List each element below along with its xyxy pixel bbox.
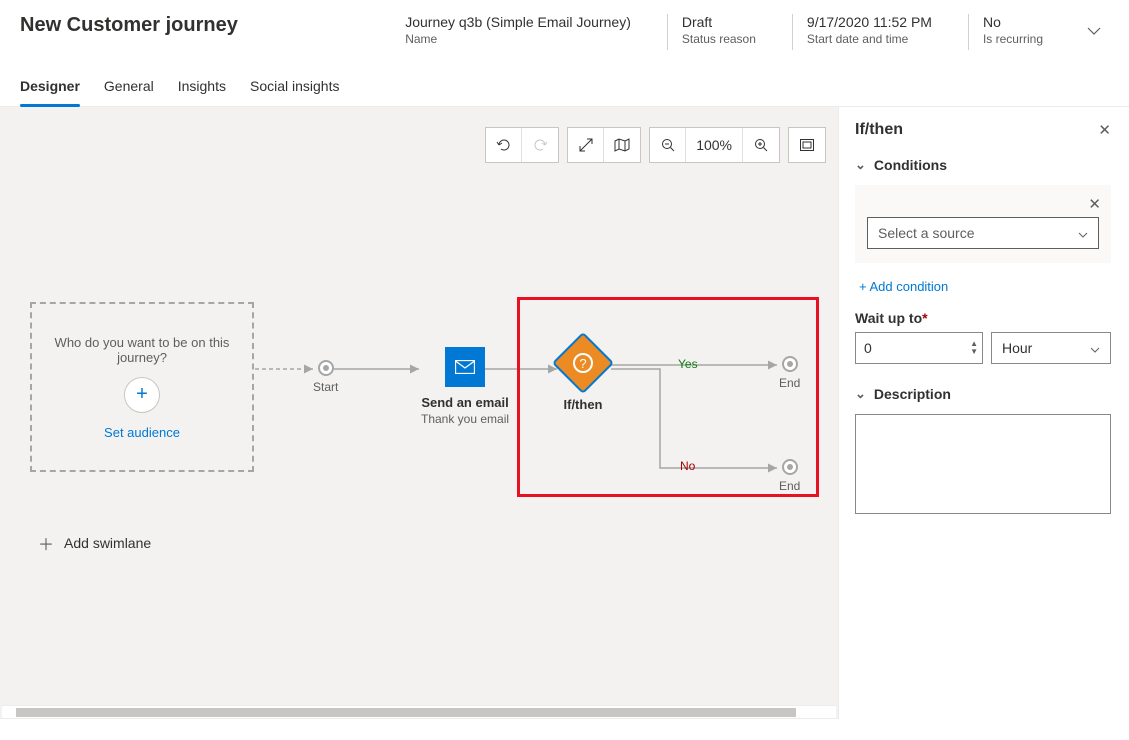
meta-name: Journey q3b (Simple Email Journey) Name — [405, 14, 639, 50]
source-select-placeholder: Select a source — [878, 225, 975, 241]
branch-yes-label: Yes — [678, 357, 698, 371]
end-label-no: End — [779, 479, 800, 493]
wait-label: Wait up to* — [855, 310, 1111, 326]
zoom-in-button[interactable] — [743, 128, 779, 162]
end-node-yes[interactable]: End — [779, 356, 800, 390]
tab-social-insights[interactable]: Social insights — [250, 68, 340, 106]
description-heading: Description — [874, 386, 951, 402]
meta-status-label: Status reason — [682, 32, 756, 46]
start-node[interactable]: Start — [313, 360, 338, 394]
decrement-button[interactable]: ▼ — [970, 348, 978, 356]
ifthen-label: If/then — [564, 397, 603, 412]
email-node-title: Send an email — [421, 395, 508, 410]
plus-icon: ＋ — [38, 531, 54, 555]
start-circle-icon — [318, 360, 334, 376]
chevron-down-icon — [1078, 225, 1088, 241]
branch-no-label: No — [680, 459, 695, 473]
panel-title: If/then — [855, 121, 903, 139]
email-node-subtitle: Thank you email — [421, 412, 509, 426]
tab-designer[interactable]: Designer — [20, 68, 80, 106]
meta-status-value: Draft — [682, 14, 756, 30]
fullscreen-button[interactable] — [789, 128, 825, 162]
email-icon — [445, 347, 485, 387]
end-circle-icon — [782, 459, 798, 475]
meta-recurring-value: No — [983, 14, 1043, 30]
meta-start-label: Start date and time — [807, 32, 932, 46]
zoom-level[interactable]: 100% — [686, 128, 743, 162]
wait-unit-value: Hour — [1002, 340, 1032, 356]
add-swimlane-button[interactable]: ＋ Add swimlane — [38, 531, 151, 555]
end-node-no[interactable]: End — [779, 459, 800, 493]
condition-icon: ? — [552, 332, 614, 394]
wait-unit-select[interactable]: Hour — [991, 332, 1111, 364]
close-panel-button[interactable]: ✕ — [1098, 121, 1111, 139]
set-audience-link[interactable]: Set audience — [104, 425, 180, 440]
meta-name-label: Name — [405, 32, 631, 46]
expand-header-button[interactable] — [1079, 14, 1109, 46]
add-swimlane-label: Add swimlane — [64, 535, 151, 551]
add-audience-button[interactable]: + — [124, 377, 160, 413]
end-label-yes: End — [779, 376, 800, 390]
source-select[interactable]: Select a source — [867, 217, 1099, 249]
chevron-down-icon: ⌄ — [855, 157, 866, 173]
minimap-button[interactable] — [604, 128, 640, 162]
email-node[interactable]: Send an email Thank you email — [421, 347, 509, 426]
start-label: Start — [313, 380, 338, 394]
horizontal-scrollbar[interactable] — [2, 705, 836, 718]
description-textarea[interactable] — [855, 414, 1111, 514]
redo-button[interactable] — [522, 128, 558, 162]
audience-placeholder[interactable]: Who do you want to be on this journey? +… — [30, 302, 254, 472]
tab-insights[interactable]: Insights — [178, 68, 226, 106]
conditions-section-toggle[interactable]: ⌄ Conditions — [855, 157, 1111, 173]
tab-bar: Designer General Insights Social insight… — [0, 58, 1129, 107]
description-section-toggle[interactable]: ⌄ Description — [855, 386, 1111, 402]
meta-recurring-label: Is recurring — [983, 32, 1043, 46]
chevron-down-icon — [1090, 340, 1100, 356]
ifthen-node[interactable]: ? If/then — [561, 341, 605, 412]
meta-recurring: No Is recurring — [968, 14, 1051, 50]
canvas-toolbar: 100% — [485, 127, 826, 163]
meta-start: 9/17/2020 11:52 PM Start date and time — [792, 14, 940, 50]
workspace: 100% Who do you want to be on this journ… — [0, 107, 1129, 719]
chevron-down-icon: ⌄ — [855, 386, 866, 402]
undo-button[interactable] — [486, 128, 522, 162]
tab-general[interactable]: General — [104, 68, 154, 106]
canvas-area[interactable]: 100% Who do you want to be on this journ… — [0, 107, 839, 719]
page-title: New Customer journey — [20, 14, 377, 37]
remove-condition-button[interactable]: ✕ — [1088, 195, 1101, 213]
condition-card: ✕ Select a source — [855, 185, 1111, 263]
meta-start-value: 9/17/2020 11:52 PM — [807, 14, 932, 30]
properties-panel: If/then ✕ ⌄ Conditions ✕ Select a source… — [839, 107, 1129, 719]
wait-value: 0 — [864, 340, 970, 356]
audience-prompt: Who do you want to be on this journey? — [32, 335, 252, 365]
fit-button[interactable] — [568, 128, 604, 162]
add-condition-link[interactable]: + Add condition — [859, 279, 948, 294]
end-circle-icon — [782, 356, 798, 372]
meta-status: Draft Status reason — [667, 14, 764, 50]
zoom-out-button[interactable] — [650, 128, 686, 162]
meta-name-value: Journey q3b (Simple Email Journey) — [405, 14, 631, 30]
conditions-heading: Conditions — [874, 157, 947, 173]
wait-value-input[interactable]: 0 ▲ ▼ — [855, 332, 983, 364]
page-header: New Customer journey Journey q3b (Simple… — [0, 0, 1129, 58]
